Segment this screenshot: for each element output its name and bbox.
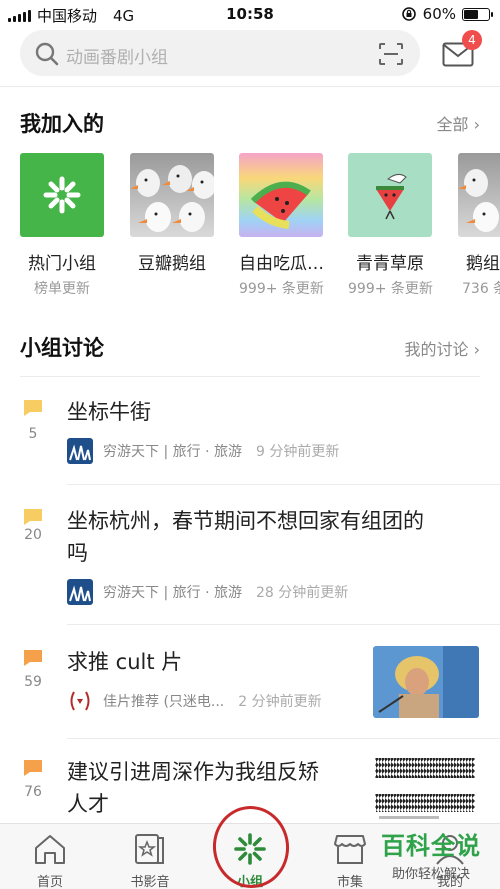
market-icon	[334, 835, 366, 864]
watermelon-thumb	[239, 153, 323, 237]
home-icon	[35, 835, 65, 864]
hot-groups-thumb	[20, 153, 104, 237]
thread-title-line: 求推 cult 片	[67, 650, 183, 674]
document-image	[375, 758, 475, 819]
geese-image	[458, 169, 499, 232]
group-item[interactable]: 自由吃瓜… 999+ 条更新	[239, 153, 324, 298]
status-bar: 中国移动 4G 10:58 60%	[0, 0, 500, 30]
thread-item[interactable]: 5 坐标牛街 穷游天下 | 旅行 · 旅游 9 分钟前更新	[0, 396, 500, 486]
mail-button[interactable]: 4	[442, 30, 482, 68]
thread-flag-icon	[24, 760, 42, 776]
battery-percent: 60%	[422, 5, 456, 23]
thread-group: 佳片推荐 (只迷电...	[103, 694, 225, 710]
group-name: 豆瓣鹅组	[138, 254, 206, 274]
watermark: 百科全说 助你轻松解决	[370, 826, 492, 886]
search-icon	[35, 42, 59, 66]
nav-label: 首页	[36, 875, 63, 889]
thread-count: 20	[24, 527, 42, 543]
status-right: 60%	[401, 5, 493, 23]
header-divider	[0, 86, 500, 87]
thread-meta: 穷游天下 | 旅行 · 旅游 28 分钟前更新	[67, 579, 348, 605]
thread-divider	[67, 738, 500, 739]
rotation-lock-icon	[401, 7, 416, 21]
battery-icon	[462, 7, 493, 21]
discussion-title: 小组讨论	[20, 336, 104, 360]
watermark-title: 百科全说	[381, 832, 481, 860]
search-input[interactable]: 动画番剧小组	[20, 30, 420, 76]
nav-label: 书影音	[130, 875, 170, 889]
thread-count: 5	[28, 426, 38, 442]
group-name: 热门小组	[28, 254, 96, 274]
thread-group: 穷游天下 | 旅行 · 旅游	[103, 585, 242, 601]
thread-divider	[67, 624, 500, 625]
thread-title: 求推 cult 片	[67, 646, 182, 678]
watermelon-image	[250, 181, 311, 229]
thread-meta: 佳片推荐 (只迷电... 2 分钟前更新	[67, 688, 322, 714]
thread-time: 28 分钟前更新	[255, 585, 349, 601]
watermark-sub: 助你轻松解决	[391, 867, 470, 882]
section-divider	[20, 376, 480, 377]
nav-home[interactable]: 首页	[0, 824, 100, 889]
thread-time: 2 分钟前更新	[238, 694, 322, 710]
joined-groups: 热门小组 榜单更新 豆瓣鹅组 自由吃瓜… 999+ 条更新 青青草原 999+ …	[20, 153, 500, 303]
nav-media[interactable]: 书影音	[100, 824, 200, 889]
group-sub: 736 条	[462, 281, 500, 297]
group-item[interactable]: 鹅组 736 条	[458, 153, 500, 298]
my-discussions-link[interactable]: 我的讨论 ›	[405, 336, 481, 360]
thread-title: 坐标杭州，春节期间不想回家有组团的 吗	[67, 505, 424, 569]
search-placeholder: 动画番剧小组	[66, 48, 168, 68]
group-sub: 999+ 条更新	[239, 281, 324, 297]
thread-title-line: 吗	[67, 541, 88, 565]
group-name: 鹅组	[466, 254, 500, 274]
thread-title: 坐标牛街	[67, 396, 151, 428]
thread-title-line: 坐标牛街	[67, 400, 151, 424]
thread-title-line: 建议引进周深作为我组反矫	[67, 760, 319, 784]
thread-item[interactable]: 20 坐标杭州，春节期间不想回家有组团的 吗 穷游天下 | 旅行 · 旅游 28…	[0, 505, 500, 625]
thread-divider	[67, 484, 500, 485]
group-item[interactable]: 热门小组 榜单更新	[20, 153, 104, 298]
group-sub: 999+ 条更新	[348, 281, 433, 297]
thread-count: 59	[24, 674, 42, 690]
group-logo-icon	[43, 176, 81, 214]
thread-flag-icon	[24, 400, 42, 416]
group-name: 青青草原	[356, 254, 424, 274]
geese2-thumb	[458, 153, 500, 237]
travel-group-icon	[67, 579, 93, 605]
mail-badge: 4	[462, 30, 482, 50]
thread-flag-icon	[24, 650, 42, 666]
group-name: 自由吃瓜…	[239, 254, 324, 274]
watermelon-character-image	[376, 173, 407, 220]
thread-time: 9 分钟前更新	[255, 444, 340, 460]
thread-meta: 穷游天下 | 旅行 · 旅游 9 分钟前更新	[67, 438, 339, 464]
scan-icon[interactable]	[378, 42, 404, 66]
thread-flag-icon	[24, 509, 42, 525]
thread-title-line: 坐标杭州，春节期间不想回家有组团的	[67, 509, 424, 533]
grassland-thumb	[348, 153, 432, 237]
travel-group-icon	[67, 438, 93, 464]
media-icon	[135, 834, 164, 864]
thread-thumbnail	[373, 646, 479, 718]
joined-title: 我加入的	[20, 112, 104, 136]
geese-image	[130, 165, 214, 232]
all-groups-link[interactable]: 全部 ›	[437, 111, 481, 135]
thread-count: 76	[24, 784, 42, 800]
thread-title-line: 人才	[67, 792, 109, 816]
group-item[interactable]: 青青草原 999+ 条更新	[348, 153, 433, 298]
battery-level	[464, 9, 479, 19]
thread-thumbnail	[373, 756, 479, 828]
thread-title: 建议引进周深作为我组反矫 人才	[67, 756, 319, 820]
thread-item[interactable]: 59 求推 cult 片 佳片推荐 (只迷电... 2 分钟前更新	[0, 646, 500, 736]
geese-thumb	[130, 153, 214, 237]
thread-group: 穷游天下 | 旅行 · 旅游	[103, 444, 242, 460]
group-sub: 榜单更新	[34, 281, 90, 297]
movie-group-icon	[67, 688, 93, 714]
group-item[interactable]: 豆瓣鹅组	[130, 153, 214, 278]
portrait-image	[373, 646, 479, 718]
